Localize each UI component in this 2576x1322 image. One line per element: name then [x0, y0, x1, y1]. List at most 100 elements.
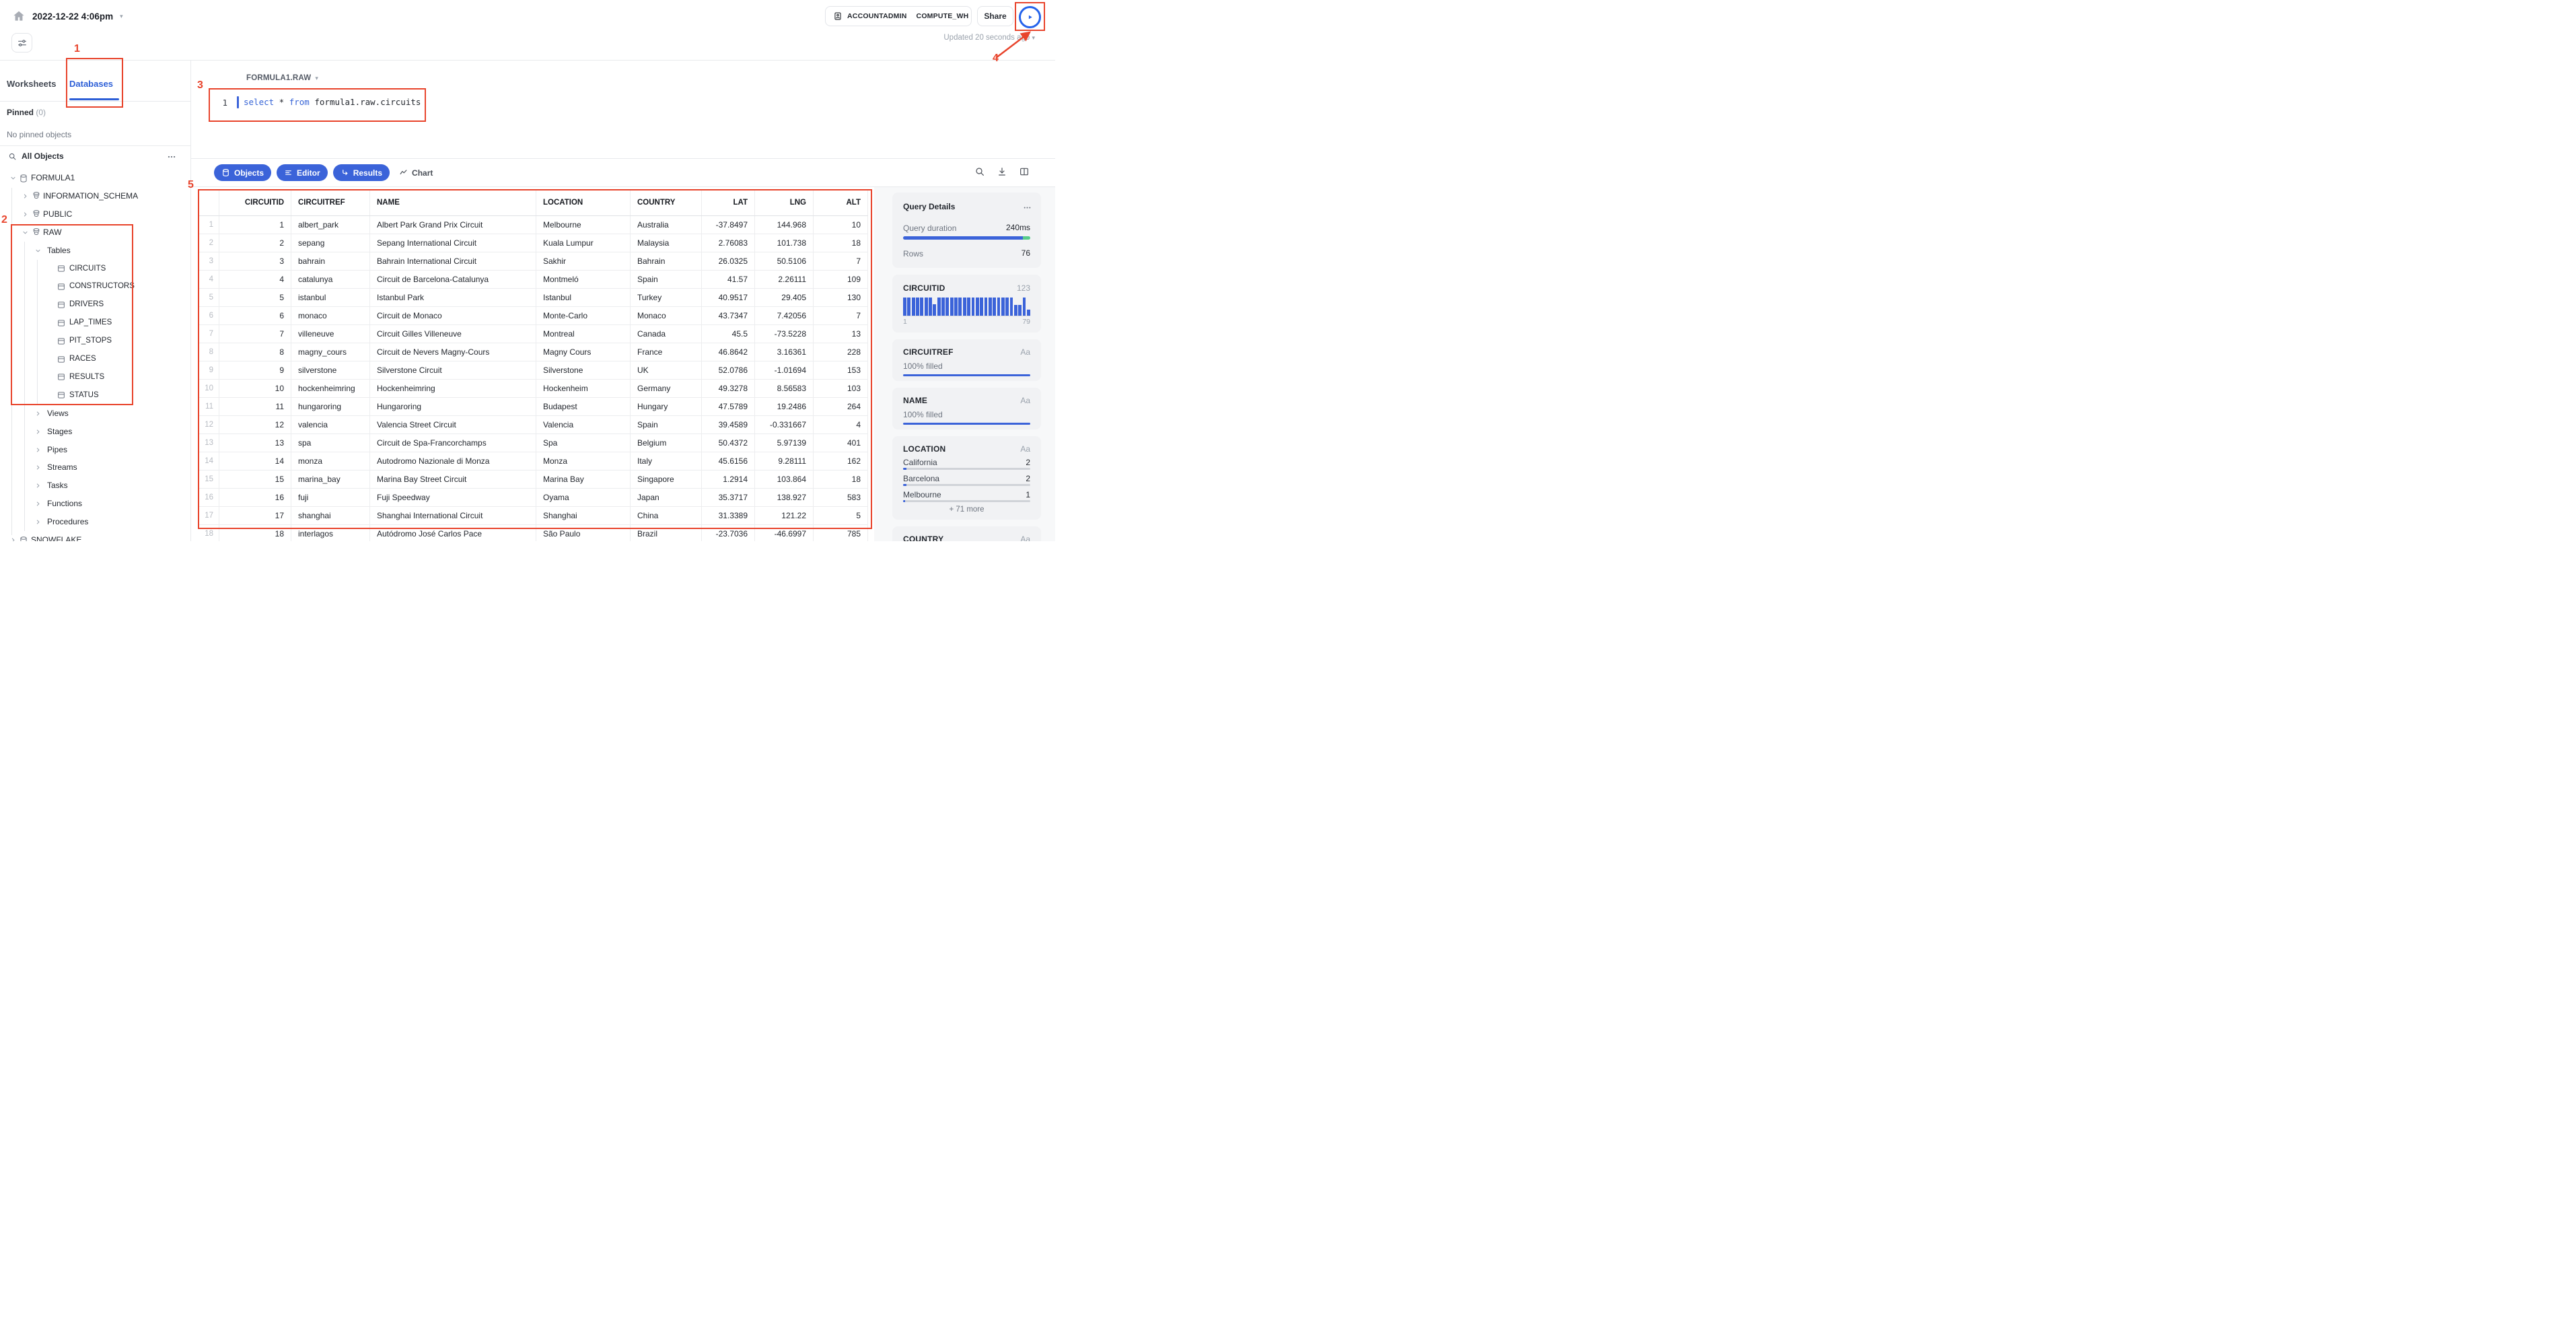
- search-results-icon[interactable]: [974, 166, 985, 177]
- tree-item-status[interactable]: STATUS: [0, 386, 190, 405]
- tree-item-pipes[interactable]: Pipes: [0, 441, 190, 459]
- chevron-down-icon[interactable]: [9, 174, 17, 182]
- chevron-right-icon[interactable]: [34, 518, 42, 526]
- chevron-right-icon[interactable]: [34, 428, 42, 436]
- column-card-name[interactable]: NAME Aa 100% filled: [892, 388, 1041, 429]
- worksheet-context-dropdown[interactable]: FORMULA1.RAW ▾: [246, 74, 318, 82]
- sql-editor-line[interactable]: select * from formula1.raw.circuits: [244, 96, 421, 108]
- table-row[interactable]: 12 12 valencia Valencia Street Circuit Valen…: [198, 416, 868, 434]
- chevron-right-icon[interactable]: [34, 482, 42, 489]
- run-query-button[interactable]: [1017, 5, 1042, 29]
- column-card-country[interactable]: COUNTRY Aa: [892, 526, 1041, 541]
- table-cell: Silverstone Circuit: [370, 361, 536, 379]
- updated-status[interactable]: Updated 20 seconds ago ▾: [927, 34, 1035, 42]
- more-options-icon[interactable]: [167, 152, 176, 162]
- tree-item-information_schema[interactable]: INFORMATION_SCHEMA: [0, 187, 190, 205]
- tree-item-circuits[interactable]: CIRCUITS: [0, 260, 190, 278]
- table-row[interactable]: 14 14 monza Autodromo Nazionale di Monza Mon…: [198, 452, 868, 471]
- view-tab-chart[interactable]: Chart: [395, 164, 437, 181]
- table-row[interactable]: 18 18 interlagos Autódromo José Carlos Pace…: [198, 525, 868, 541]
- table-row[interactable]: 11 11 hungaroring Hungaroring Budapest Hungar…: [198, 398, 868, 416]
- tree-item-tables[interactable]: Tables: [0, 242, 190, 260]
- table-row[interactable]: 5 5 istanbul Istanbul Park Istanbul Turkey 40.…: [198, 289, 868, 307]
- histogram-bar: [1001, 298, 1005, 316]
- tree-item-results[interactable]: RESULTS: [0, 368, 190, 386]
- sql-token-keyword: select: [244, 97, 275, 107]
- tree-item-drivers[interactable]: DRIVERS: [0, 295, 190, 314]
- table-row[interactable]: 10 10 hockenheimring Hockenheimring Hockenhe…: [198, 380, 868, 398]
- tree-item-raw[interactable]: RAW: [0, 223, 190, 242]
- chevron-right-icon[interactable]: [22, 193, 29, 200]
- table-cell: 144.968: [755, 216, 814, 234]
- table-row[interactable]: 15 15 marina_bay Marina Bay Street Circuit M…: [198, 471, 868, 489]
- chevron-down-icon[interactable]: [22, 229, 29, 236]
- chevron-right-icon[interactable]: [34, 446, 42, 454]
- chevron-right-icon[interactable]: [34, 464, 42, 471]
- chevron-down-icon[interactable]: [34, 247, 42, 254]
- column-header-country[interactable]: COUNTRY: [631, 190, 702, 215]
- table-row[interactable]: 8 8 magny_cours Circuit de Nevers Magny-Cou…: [198, 343, 868, 361]
- row-number: 2: [198, 234, 219, 252]
- histogram-bar: [907, 298, 911, 316]
- chevron-right-icon[interactable]: [34, 410, 42, 417]
- more-values-link[interactable]: + 71 more: [892, 506, 1041, 514]
- tree-item-lap_times[interactable]: LAP_TIMES: [0, 314, 190, 332]
- column-card-circuitref[interactable]: CIRCUITREF Aa 100% filled: [892, 339, 1041, 381]
- table-row[interactable]: 16 16 fuji Fuji Speedway Oyama Japan 35.3717 13…: [198, 489, 868, 507]
- tree-item-procedures[interactable]: Procedures: [0, 513, 190, 531]
- sidebar-tab-worksheets[interactable]: Worksheets: [7, 75, 56, 93]
- tree-item-functions[interactable]: Functions: [0, 495, 190, 513]
- filters-button[interactable]: [11, 33, 32, 53]
- tree-item-races[interactable]: RACES: [0, 350, 190, 368]
- column-card-circuitid[interactable]: CIRCUITID 123 1 79: [892, 275, 1041, 333]
- query-details-menu-icon[interactable]: [1023, 203, 1032, 212]
- column-header-circuitref[interactable]: CIRCUITREF: [291, 190, 370, 215]
- chevron-right-icon[interactable]: [34, 500, 42, 508]
- tree-item-snowflake[interactable]: SNOWFLAKE: [0, 531, 190, 541]
- column-header-name[interactable]: NAME: [370, 190, 536, 215]
- tree-item-views[interactable]: Views: [0, 405, 190, 423]
- column-card-location[interactable]: LOCATION Aa California 2 Barcelona 2 Melbour…: [892, 436, 1041, 520]
- table-row[interactable]: 1 1 albert_park Albert Park Grand Prix Circ…: [198, 216, 868, 234]
- column-header-lat[interactable]: LAT: [702, 190, 755, 215]
- histogram-bar: [1022, 298, 1026, 316]
- view-tab-editor[interactable]: Editor: [277, 164, 328, 181]
- tree-item-constructors[interactable]: CONSTRUCTORS: [0, 277, 190, 295]
- table-row[interactable]: 6 6 monaco Circuit de Monaco Monte-Carlo Mona…: [198, 307, 868, 325]
- chevron-right-icon[interactable]: [22, 211, 29, 218]
- tree-item-streams[interactable]: Streams: [0, 458, 190, 477]
- table-cell: marina_bay: [291, 471, 370, 488]
- column-header-location[interactable]: LOCATION: [536, 190, 631, 215]
- tree-item-formula1[interactable]: FORMULA1: [0, 169, 190, 187]
- tree-item-public[interactable]: PUBLIC: [0, 205, 190, 223]
- table-row[interactable]: 17 17 shanghai Shanghai International Circu…: [198, 507, 868, 525]
- download-icon[interactable]: [997, 166, 1007, 177]
- tree-item-pit_stops[interactable]: PIT_STOPS: [0, 332, 190, 350]
- split-columns-icon[interactable]: [1019, 166, 1030, 177]
- tree-item-tasks[interactable]: Tasks: [0, 477, 190, 495]
- home-icon[interactable]: [12, 9, 26, 23]
- tree-item-label: PUBLIC: [43, 209, 73, 219]
- tree-item-stages[interactable]: Stages: [0, 423, 190, 441]
- view-tab-objects[interactable]: Objects: [214, 164, 272, 181]
- object-search[interactable]: All Objects: [8, 149, 64, 163]
- table-row[interactable]: 2 2 sepang Sepang International Circuit Kual…: [198, 234, 868, 252]
- column-header-alt[interactable]: ALT: [814, 190, 868, 215]
- context-selector[interactable]: ACCOUNTADMIN COMPUTE_WH: [825, 6, 972, 26]
- table-row[interactable]: 13 13 spa Circuit de Spa-Francorchamps Spa Be…: [198, 434, 868, 452]
- sliders-icon: [17, 38, 28, 48]
- view-tab-results[interactable]: Results: [332, 164, 390, 181]
- table-row[interactable]: 4 4 catalunya Circuit de Barcelona-Cataluny…: [198, 271, 868, 289]
- table-row[interactable]: 7 7 villeneuve Circuit Gilles Villeneuve Mon…: [198, 325, 868, 343]
- sidebar-tab-databases[interactable]: Databases: [69, 75, 113, 93]
- table-row[interactable]: 3 3 bahrain Bahrain International Circuit Sa…: [198, 252, 868, 271]
- table-row[interactable]: 9 9 silverstone Silverstone Circuit Silverst…: [198, 361, 868, 380]
- share-button[interactable]: Share: [977, 6, 1013, 26]
- column-header-circuitid[interactable]: CIRCUITID: [219, 190, 291, 215]
- table-cell: Spain: [631, 271, 702, 288]
- title-caret-icon[interactable]: ▾: [120, 13, 123, 20]
- column-header-rownum[interactable]: [198, 190, 219, 215]
- results-toolbar: [974, 166, 1030, 177]
- chevron-right-icon[interactable]: [9, 536, 17, 541]
- column-header-lng[interactable]: LNG: [755, 190, 814, 215]
